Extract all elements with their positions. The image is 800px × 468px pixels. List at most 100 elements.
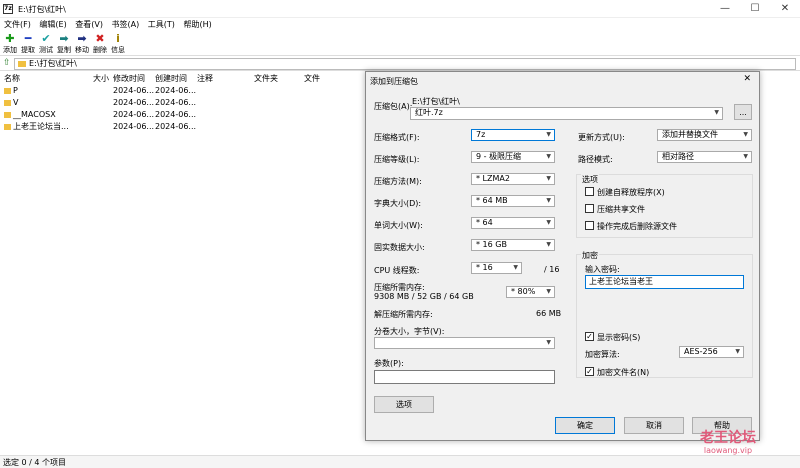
solid-size-combo[interactable]: * 16 GB ▼ [471,239,555,251]
extract-label: 提取 [21,46,35,54]
dialog-title: 添加到压缩包 [370,77,418,86]
column-files[interactable]: 文件 [304,73,320,85]
menu-bar: 文件(F) 编辑(E) 查看(V) 书签(A) 工具(T) 帮助(H) [0,18,800,32]
method-label: 压缩方法(M): [374,177,422,186]
delete-after-checkbox[interactable] [585,221,594,230]
up-folder-icon[interactable]: ⇧ [3,58,11,68]
file-row[interactable]: P 2024-06... 2024-06... [0,85,200,97]
menu-tools[interactable]: 工具(T) [148,18,175,32]
parameters-input[interactable] [374,370,555,384]
compress-shared-checkbox[interactable] [585,204,594,213]
path-mode-label: 路径模式: [578,155,613,164]
path-mode-value: 相对路径 [662,152,694,161]
archive-name-combo[interactable]: 红叶.7z ▼ [410,107,723,120]
close-button[interactable]: ✕ [770,0,800,18]
file-row[interactable]: V 2024-06... 2024-06... [0,97,200,109]
chevron-down-icon: ▼ [546,241,551,248]
dictionary-value: * 64 MB [476,196,508,205]
options-button[interactable]: 选项 [374,396,434,413]
solid-size-label: 固实数据大小: [374,243,425,252]
check-icon: ✓ [586,367,593,376]
format-combo[interactable]: 7z ▼ [471,129,555,141]
file-row[interactable]: __MACOSX 2024-06... 2024-06... [0,109,200,121]
delete-label: 删除 [93,46,107,54]
address-field[interactable]: E:\打包\红叶\ [14,58,796,70]
word-size-combo[interactable]: * 64 ▼ [471,217,555,229]
column-name[interactable]: 名称 [4,73,20,85]
column-modified[interactable]: 修改时间 [113,73,145,85]
address-bar: ⇧ E:\打包\红叶\ [0,57,800,71]
file-name: 上老王论坛当... [13,122,69,131]
menu-view[interactable]: 查看(V) [75,18,103,32]
memory-usage-combo[interactable]: * 80% ▼ [506,286,555,298]
cpu-threads-combo[interactable]: * 16 ▼ [471,262,522,274]
format-value: 7z [476,130,486,139]
update-mode-combo[interactable]: 添加并替换文件 ▼ [657,129,752,141]
column-comment[interactable]: 注释 [197,73,213,85]
update-mode-value: 添加并替换文件 [662,130,718,139]
cancel-button[interactable]: 取消 [624,417,684,434]
chevron-down-icon: ▼ [743,153,748,160]
menu-help[interactable]: 帮助(H) [183,18,211,32]
menu-file[interactable]: 文件(F) [4,18,31,32]
app-icon: 7z [3,4,13,14]
move-button[interactable]: ➡ 移动 [73,33,91,55]
column-created[interactable]: 创建时间 [155,73,187,85]
copy-button[interactable]: ➡ 复制 [55,33,73,55]
password-input[interactable]: 上老王论坛当老王 [585,275,744,289]
split-volume-combo[interactable]: ▼ [374,337,555,349]
info-button[interactable]: ⅰ 信息 [109,33,127,55]
chevron-down-icon: ▼ [513,264,518,271]
extract-button[interactable]: ━ 提取 [19,33,37,55]
delete-button[interactable]: ✖ 删除 [91,33,109,55]
password-value: 上老王论坛当老王 [589,277,653,286]
method-value: * LZMA2 [476,174,510,183]
folder-icon [4,124,11,130]
create-sfx-checkbox[interactable] [585,187,594,196]
password-label: 输入密码: [585,265,620,274]
show-password-checkbox[interactable]: ✓ [585,332,594,341]
file-modified: 2024-06... [113,98,155,107]
copy-arrow-icon: ➡ [59,32,69,45]
word-size-label: 单词大小(W): [374,221,423,230]
folder-icon [4,100,11,106]
file-created: 2024-06... [155,98,197,107]
column-folders[interactable]: 文件夹 [254,73,278,85]
encrypt-filenames-checkbox[interactable]: ✓ [585,367,594,376]
method-combo[interactable]: * LZMA2 ▼ [471,173,555,185]
dictionary-combo[interactable]: * 64 MB ▼ [471,195,555,207]
test-button[interactable]: ✔ 测试 [37,33,55,55]
minimize-button[interactable]: — [710,0,740,18]
menu-edit[interactable]: 编辑(E) [39,18,66,32]
add-button[interactable]: ✚ 添加 [1,33,19,55]
maximize-button[interactable]: ☐ [740,0,770,18]
file-created: 2024-06... [155,122,197,131]
archive-label: 压缩包(A): [374,102,413,111]
file-name: V [13,98,19,107]
encryption-method-value: AES-256 [684,347,718,356]
compress-memory-detail: 9308 MB / 52 GB / 64 GB [374,292,474,301]
dialog-close-button[interactable]: ✕ [743,74,751,84]
move-label: 移动 [75,46,89,54]
file-row[interactable]: 上老王论坛当... 2024-06... 2024-06... [0,121,200,133]
show-password-label: 显示密码(S) [597,333,641,342]
level-combo[interactable]: 9 - 极限压缩 ▼ [471,151,555,163]
path-mode-combo[interactable]: 相对路径 ▼ [657,151,752,163]
create-sfx-label: 创建自释放程序(X) [597,188,665,197]
browse-button[interactable]: ... [734,104,752,120]
menu-bookmarks[interactable]: 书签(A) [112,18,140,32]
column-size[interactable]: 大小 [93,73,109,85]
folder-icon [4,88,11,94]
watermark-url: laowang.vip [703,446,753,455]
status-text: 选定 0 / 4 个项目 [3,458,67,467]
encryption-group-title: 加密 [581,250,599,261]
ok-button[interactable]: 确定 [555,417,615,434]
file-modified: 2024-06... [113,122,155,131]
file-modified: 2024-06... [113,86,155,95]
decompress-memory-label: 解压缩所需内存: [374,310,433,319]
move-arrow-icon: ➡ [77,32,87,45]
chevron-down-icon: ▼ [735,348,740,355]
chevron-down-icon: ▼ [546,175,551,182]
encryption-method-combo[interactable]: AES-256 ▼ [679,346,744,358]
solid-size-value: * 16 GB [476,240,507,249]
